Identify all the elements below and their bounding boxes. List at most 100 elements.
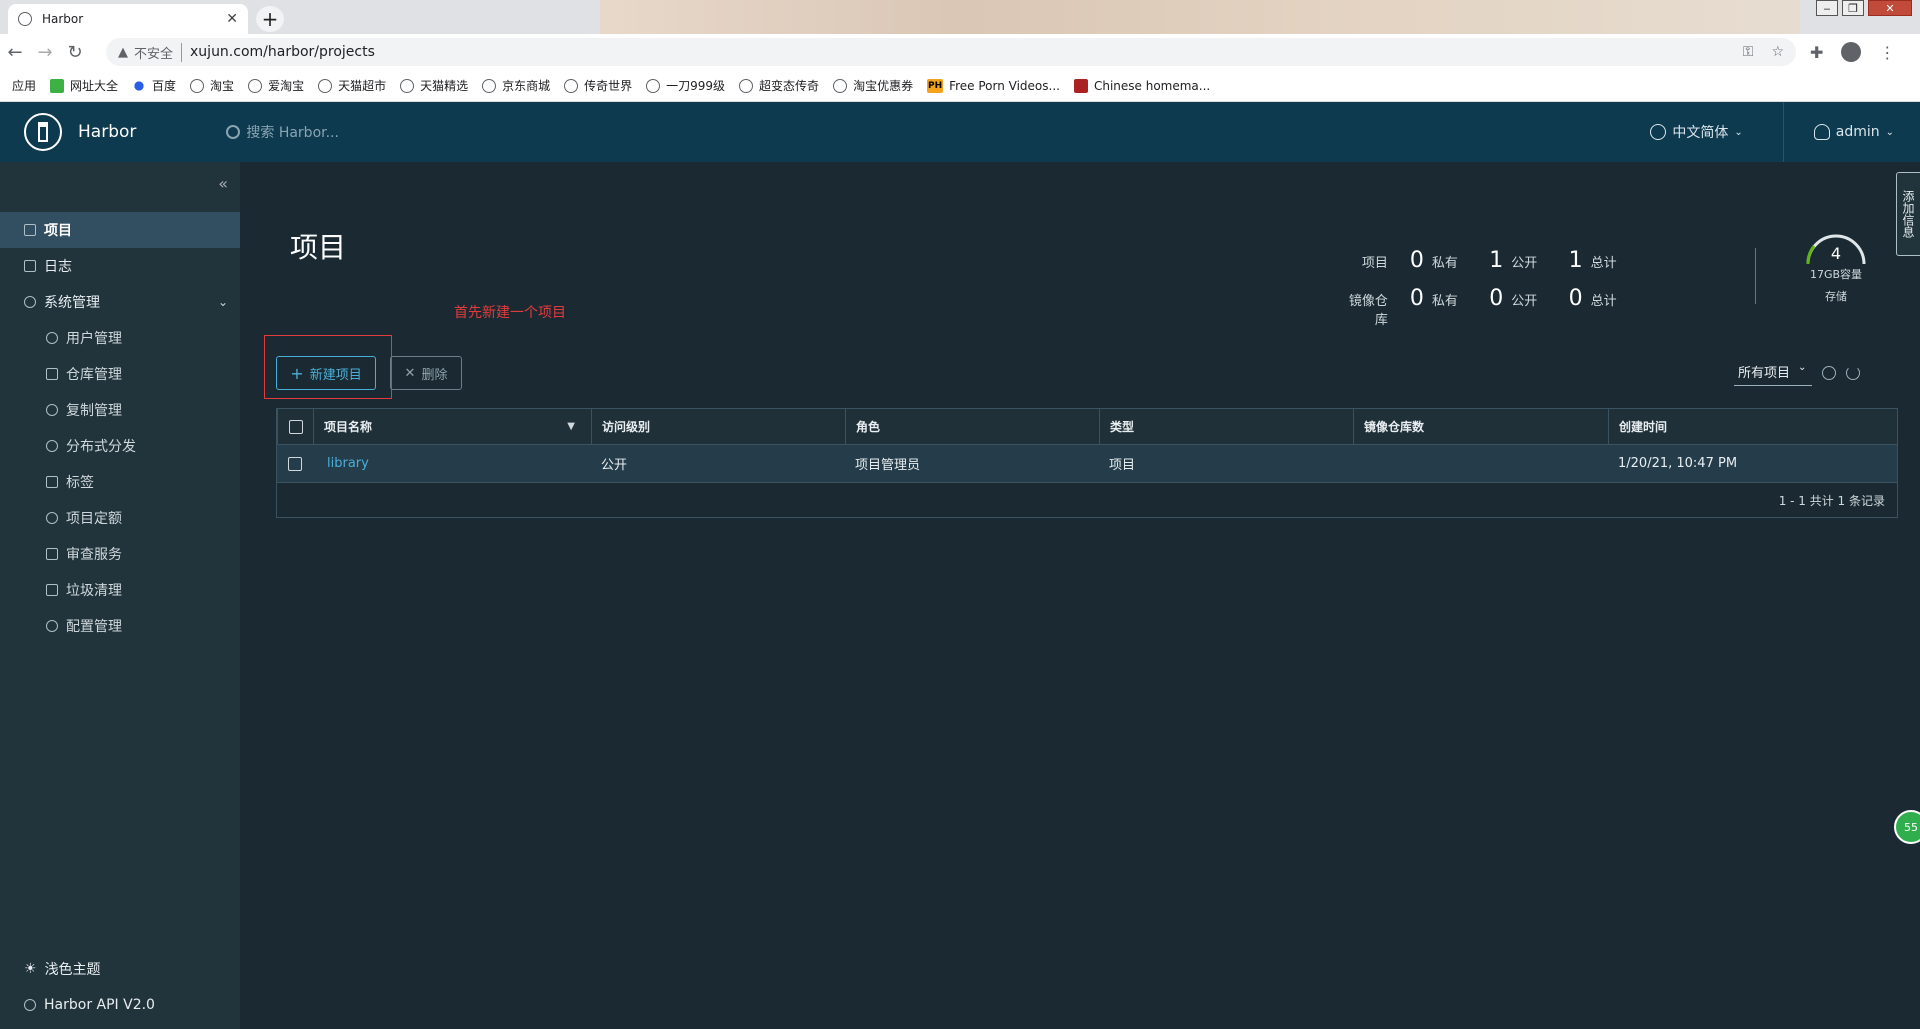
trash-icon [46, 584, 58, 596]
sidebar-item-logs[interactable]: 日志 [0, 248, 240, 284]
baidu-paw-icon [132, 78, 147, 93]
language-selector[interactable]: 中文简体 ⌄ [1650, 102, 1784, 162]
bookmark-item[interactable]: 京东商城 [482, 77, 550, 94]
column-header-name[interactable]: 项目名称 ▼ [313, 409, 591, 444]
bookmark-item[interactable]: 超变态传奇 [739, 77, 819, 94]
bookmark-item[interactable]: 天猫精选 [400, 77, 468, 94]
tab-close-icon[interactable]: ✕ [226, 11, 238, 27]
storage-capacity: 17GB容量 [1809, 268, 1863, 281]
site-thumbnail-icon [1073, 78, 1088, 93]
filter-icon[interactable]: ▼ [567, 421, 575, 432]
side-edge-tab[interactable]: 添加信息 [1896, 172, 1920, 256]
stats-divider [1755, 248, 1756, 304]
bookmark-apps[interactable]: 应用 [12, 77, 50, 330]
profile-avatar-icon[interactable] [1841, 42, 1862, 62]
sidebar-item-registries[interactable]: 仓库管理 [0, 356, 240, 392]
storage-gauge: 4 17GB容量 存储 [1796, 232, 1876, 304]
back-icon[interactable]: ← [0, 42, 30, 63]
sidebar-item-replications[interactable]: 复制管理 [0, 392, 240, 428]
sidebar-item-administration[interactable]: 系统管理 ⌄ [0, 284, 240, 320]
browser-tabbar: Harbor ✕ + ‒ ❐ ✕ [0, 0, 1920, 34]
new-tab-button[interactable]: + [256, 6, 284, 32]
tabbar-background [600, 0, 1800, 34]
shield-icon [46, 548, 58, 560]
globe-icon [1650, 124, 1667, 140]
projects-icon [24, 224, 36, 236]
reload-icon[interactable]: ↻ [60, 42, 90, 63]
sidebar-item-projects[interactable]: 项目 [0, 212, 240, 248]
stats-row-projects: 项目 0 私有 1 公开 1 总计 [1361, 248, 1617, 273]
address-bar[interactable]: ▲ 不安全 xujun.com/harbor/projects ⚿ ☆ [106, 38, 1796, 66]
bookmark-item[interactable]: 爱淘宝 [248, 77, 304, 94]
sidebar-item-distributions[interactable]: 分布式分发 [0, 428, 240, 464]
collapse-sidebar-icon[interactable]: « [218, 174, 228, 193]
sidebar-item-users[interactable]: 用户管理 [0, 320, 240, 356]
insecure-label[interactable]: 不安全 [134, 42, 183, 62]
user-menu[interactable]: admin ⌄ [1784, 124, 1920, 140]
sidebar-item-configuration[interactable]: 配置管理 [0, 608, 240, 644]
column-header-type[interactable]: 类型 [1099, 409, 1353, 444]
global-search[interactable]: 搜索 Harbor... [226, 122, 339, 142]
ph-icon: PH [927, 78, 944, 93]
sidebar-item-labels[interactable]: 标签 [0, 464, 240, 500]
restore-button[interactable]: ❐ [1842, 0, 1864, 16]
key-icon[interactable]: ⚿ [1743, 44, 1754, 60]
column-header-repo-count[interactable]: 镜像仓库数 [1353, 409, 1608, 444]
bookmark-item[interactable]: PH Free Porn Videos... [927, 78, 1060, 93]
menu-icon[interactable]: ⋮ [1879, 43, 1895, 62]
forward-icon[interactable]: → [30, 42, 60, 63]
globe-icon [646, 78, 661, 93]
column-header-created[interactable]: 创建时间 [1608, 409, 1897, 444]
bookmark-item[interactable]: 百度 [132, 77, 176, 94]
refresh-icon[interactable] [1846, 366, 1861, 380]
cell-created: 1/20/21, 10:47 PM [1618, 456, 1738, 471]
column-header-role[interactable]: 角色 [845, 409, 1099, 444]
table-row[interactable]: library 公开 项目管理员 项目 1/20/21, 10:47 PM [277, 445, 1897, 483]
users-icon [46, 332, 58, 344]
tab-title: Harbor [42, 12, 84, 26]
harbor-logo-icon[interactable] [24, 113, 62, 151]
address-row: ← → ↻ ▲ 不安全 xujun.com/harbor/projects ⚿ … [0, 34, 1920, 70]
search-input[interactable]: 搜索 Harbor... [246, 122, 339, 142]
main-content: 项目 首先新建一个项目 项目 0 私有 1 公开 1 总计 镜像仓库 0 私有 0 公开 … [240, 162, 1920, 1029]
bookmark-item[interactable]: Chinese homema... [1073, 78, 1210, 93]
sidebar-item-quotas[interactable]: 项目定额 [0, 500, 240, 536]
url-text[interactable]: xujun.com/harbor/projects [190, 44, 375, 60]
row-checkbox[interactable] [288, 456, 302, 471]
language-label: 中文简体 [1672, 125, 1729, 141]
sidebar-item-gc[interactable]: 垃圾清理 [0, 572, 240, 608]
cell-repo-count [1353, 445, 1608, 482]
select-all-checkbox[interactable] [288, 419, 303, 434]
brand-name[interactable]: Harbor [78, 122, 136, 142]
search-icon [226, 125, 241, 139]
close-window-button[interactable]: ✕ [1868, 0, 1912, 16]
extensions-icon[interactable]: ✚ [1810, 43, 1823, 62]
bookmarks-bar: 应用 网址大全 百度 淘宝 爱淘宝 天猫超市 天猫精选 京东商城 传奇世界 一刀… [0, 70, 1920, 330]
theme-toggle[interactable]: ☀ 浅色主题 [0, 954, 240, 984]
sidebar-item-interrogation[interactable]: 审查服务 [0, 536, 240, 572]
floating-badge[interactable]: 55 [1894, 810, 1920, 844]
bookmark-item[interactable]: 网址大全 [50, 77, 118, 94]
bookmark-item[interactable]: 淘宝优惠券 [833, 77, 913, 94]
project-name-link[interactable]: library [327, 456, 369, 471]
tag-icon [46, 476, 58, 488]
search-icon[interactable] [1822, 366, 1837, 380]
delete-button[interactable]: ✕ 删除 [390, 356, 462, 390]
globe-icon [248, 78, 263, 93]
project-filter-select[interactable]: 所有项目 ⌄ [1734, 360, 1813, 386]
username: admin [1835, 124, 1880, 140]
column-header-access[interactable]: 访问级别 [591, 409, 845, 444]
projects-table: 项目名称 ▼ 访问级别 角色 类型 镜像仓库数 创建时间 library 公开 项… [276, 408, 1898, 518]
log-icon [24, 260, 36, 272]
bookmark-item[interactable]: 一刀999级 [646, 77, 725, 94]
cell-role: 项目管理员 [855, 458, 921, 473]
api-explorer-link[interactable]: Harbor API V2.0 [0, 990, 240, 1020]
bookmark-item[interactable]: 天猫超市 [318, 77, 386, 94]
harbor-favicon-icon [18, 12, 32, 26]
star-icon[interactable]: ☆ [1771, 44, 1784, 60]
minimize-button[interactable]: ‒ [1816, 0, 1838, 16]
browser-tab[interactable]: Harbor ✕ [8, 4, 248, 34]
bookmark-item[interactable]: 淘宝 [190, 77, 234, 94]
bookmark-item[interactable]: 传奇世界 [564, 77, 632, 94]
new-project-button[interactable]: + 新建项目 [276, 356, 376, 390]
